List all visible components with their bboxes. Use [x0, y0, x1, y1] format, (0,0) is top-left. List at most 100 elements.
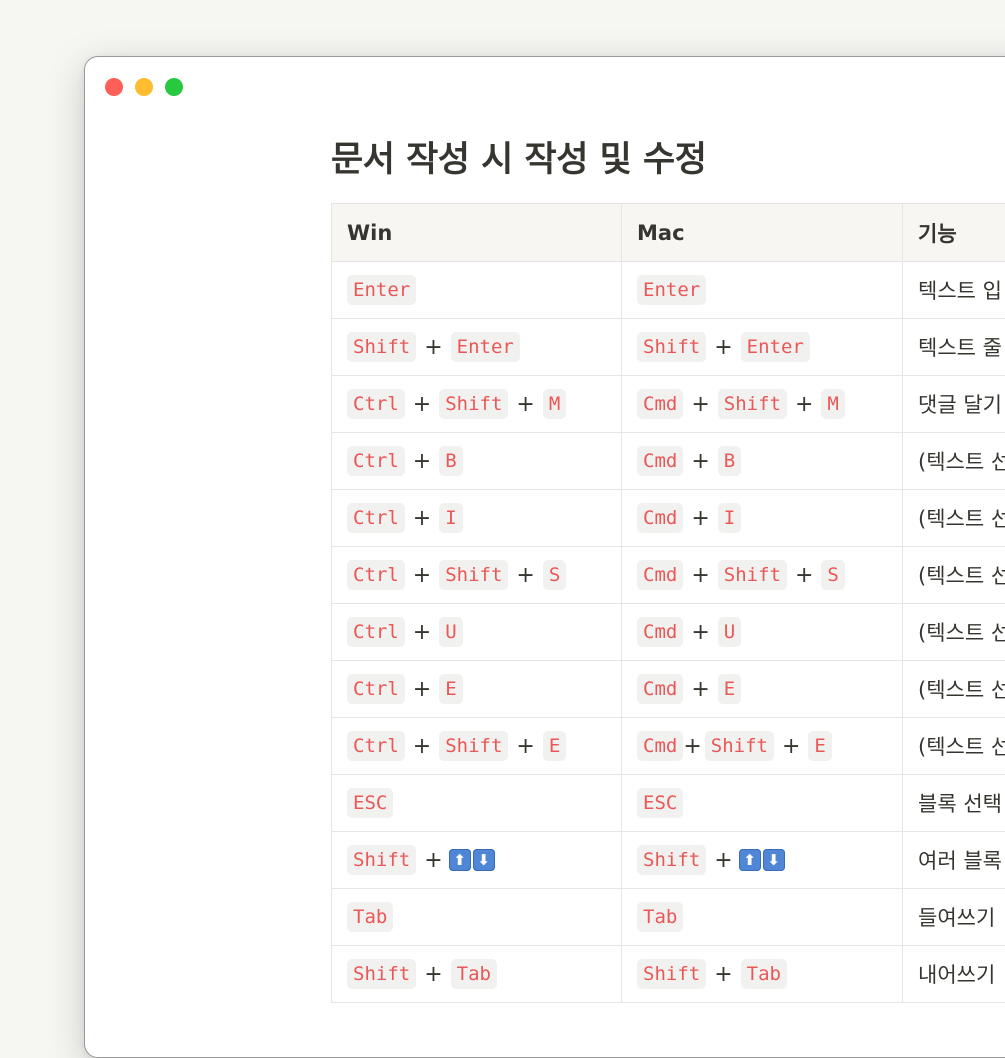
plus-separator: +: [691, 620, 709, 645]
mac-key-combo: Shift+Enter: [637, 332, 887, 362]
close-window-button[interactable]: [105, 78, 123, 96]
window-controls: [105, 78, 183, 96]
key-badge: Tab: [451, 959, 497, 989]
mac-shortcut-cell: Cmd+Shift+S: [622, 547, 903, 604]
table-body: EnterEnter텍스트 입Shift+EnterShift+Enter텍스트…: [332, 262, 1005, 1003]
mac-shortcut-cell: Shift+⬆⬇: [622, 832, 903, 889]
key-badge: Ctrl: [347, 617, 405, 647]
key-badge: ESC: [637, 788, 683, 818]
win-shortcut-cell: Shift+Enter: [332, 319, 622, 376]
key-badge: Shift: [718, 389, 787, 419]
plus-separator: +: [795, 563, 813, 588]
win-shortcut-cell: Ctrl+Shift+M: [332, 376, 622, 433]
win-shortcut-cell: Ctrl+Shift+S: [332, 547, 622, 604]
key-badge: Shift: [439, 560, 508, 590]
minimize-window-button[interactable]: [135, 78, 153, 96]
mac-key-combo: Tab: [637, 902, 887, 932]
key-badge: M: [821, 389, 844, 419]
plus-separator: +: [413, 620, 431, 645]
win-key-combo: Tab: [347, 902, 606, 932]
mac-key-combo: Cmd+U: [637, 617, 887, 647]
function-description: 댓글 달기: [903, 376, 1005, 433]
table-row: Ctrl+ICmd+I(텍스트 선: [332, 490, 1005, 547]
plus-separator: +: [424, 335, 442, 360]
win-key-combo: Shift+⬆⬇: [347, 845, 606, 875]
win-shortcut-cell: Ctrl+U: [332, 604, 622, 661]
plus-separator: +: [424, 962, 442, 987]
column-header-mac: Mac: [622, 204, 903, 262]
key-badge: Tab: [637, 902, 683, 932]
key-badge: Shift: [637, 959, 706, 989]
arrow-keys: ⬆⬇: [739, 849, 785, 871]
key-badge: E: [543, 731, 566, 761]
table-header-row: Win Mac 기능: [332, 204, 1005, 262]
win-shortcut-cell: Ctrl+I: [332, 490, 622, 547]
table-row: Ctrl+UCmd+U(텍스트 선: [332, 604, 1005, 661]
key-badge: Enter: [637, 275, 706, 305]
key-badge: Enter: [741, 332, 810, 362]
key-badge: Shift: [718, 560, 787, 590]
key-badge: Shift: [439, 389, 508, 419]
key-badge: Tab: [741, 959, 787, 989]
key-badge: E: [718, 674, 741, 704]
win-key-combo: Ctrl+I: [347, 503, 606, 533]
maximize-window-button[interactable]: [165, 78, 183, 96]
key-badge: Shift: [705, 731, 774, 761]
table-row: Ctrl+Shift+SCmd+Shift+S(텍스트 선: [332, 547, 1005, 604]
mac-shortcut-cell: Cmd+B: [622, 433, 903, 490]
win-shortcut-cell: Ctrl+B: [332, 433, 622, 490]
column-header-function: 기능: [903, 204, 1005, 262]
plus-separator: +: [691, 449, 709, 474]
plus-separator: +: [683, 734, 701, 759]
key-badge: Cmd: [637, 389, 683, 419]
win-shortcut-cell: Ctrl+E: [332, 661, 622, 718]
plus-separator: +: [714, 962, 732, 987]
function-description: (텍스트 선: [903, 547, 1005, 604]
mac-key-combo: Cmd+Shift+S: [637, 560, 887, 590]
table-row: Ctrl+Shift+ECmd+Shift+E(텍스트 선: [332, 718, 1005, 775]
plus-separator: +: [516, 392, 534, 417]
mac-shortcut-cell: Cmd+Shift+E: [622, 718, 903, 775]
arrow-up-icon: ⬆: [739, 849, 761, 871]
mac-shortcut-cell: Cmd+Shift+M: [622, 376, 903, 433]
mac-shortcut-cell: Cmd+I: [622, 490, 903, 547]
key-badge: ESC: [347, 788, 393, 818]
mac-key-combo: Shift+⬆⬇: [637, 845, 887, 875]
function-description: 여러 블록: [903, 832, 1005, 889]
win-key-combo: Ctrl+U: [347, 617, 606, 647]
key-badge: Tab: [347, 902, 393, 932]
table-row: ESCESC블록 선택: [332, 775, 1005, 832]
key-badge: Enter: [347, 275, 416, 305]
function-description: (텍스트 선: [903, 661, 1005, 718]
table-row: Ctrl+Shift+MCmd+Shift+M댓글 달기: [332, 376, 1005, 433]
win-shortcut-cell: Ctrl+Shift+E: [332, 718, 622, 775]
arrow-down-icon: ⬇: [763, 849, 785, 871]
table-row: Tab Tab 들여쓰기: [332, 889, 1005, 946]
table-row: Shift+TabShift+Tab내어쓰기: [332, 946, 1005, 1003]
plus-separator: +: [691, 563, 709, 588]
plus-separator: +: [691, 506, 709, 531]
function-description: 들여쓰기: [903, 889, 1005, 946]
win-key-combo: Shift+Tab: [347, 959, 606, 989]
key-badge: B: [439, 446, 462, 476]
mac-shortcut-cell: Shift+Enter: [622, 319, 903, 376]
arrow-up-icon: ⬆: [449, 849, 471, 871]
plus-separator: +: [782, 734, 800, 759]
mac-key-combo: Cmd+B: [637, 446, 887, 476]
key-badge: Shift: [347, 332, 416, 362]
mac-shortcut-cell: ESC: [622, 775, 903, 832]
plus-separator: +: [714, 335, 732, 360]
mac-shortcut-cell: Cmd+U: [622, 604, 903, 661]
plus-separator: +: [413, 677, 431, 702]
mac-key-combo: Shift + Tab: [637, 959, 887, 989]
key-badge: I: [718, 503, 741, 533]
key-badge: Cmd: [637, 731, 683, 761]
function-description: (텍스트 선: [903, 433, 1005, 490]
key-badge: Shift: [347, 845, 416, 875]
key-badge: U: [718, 617, 741, 647]
key-badge: S: [543, 560, 566, 590]
mac-key-combo: Cmd+Shift+E: [637, 731, 887, 761]
win-shortcut-cell: Tab: [332, 889, 622, 946]
plus-separator: +: [424, 848, 442, 873]
key-badge: Shift: [439, 731, 508, 761]
